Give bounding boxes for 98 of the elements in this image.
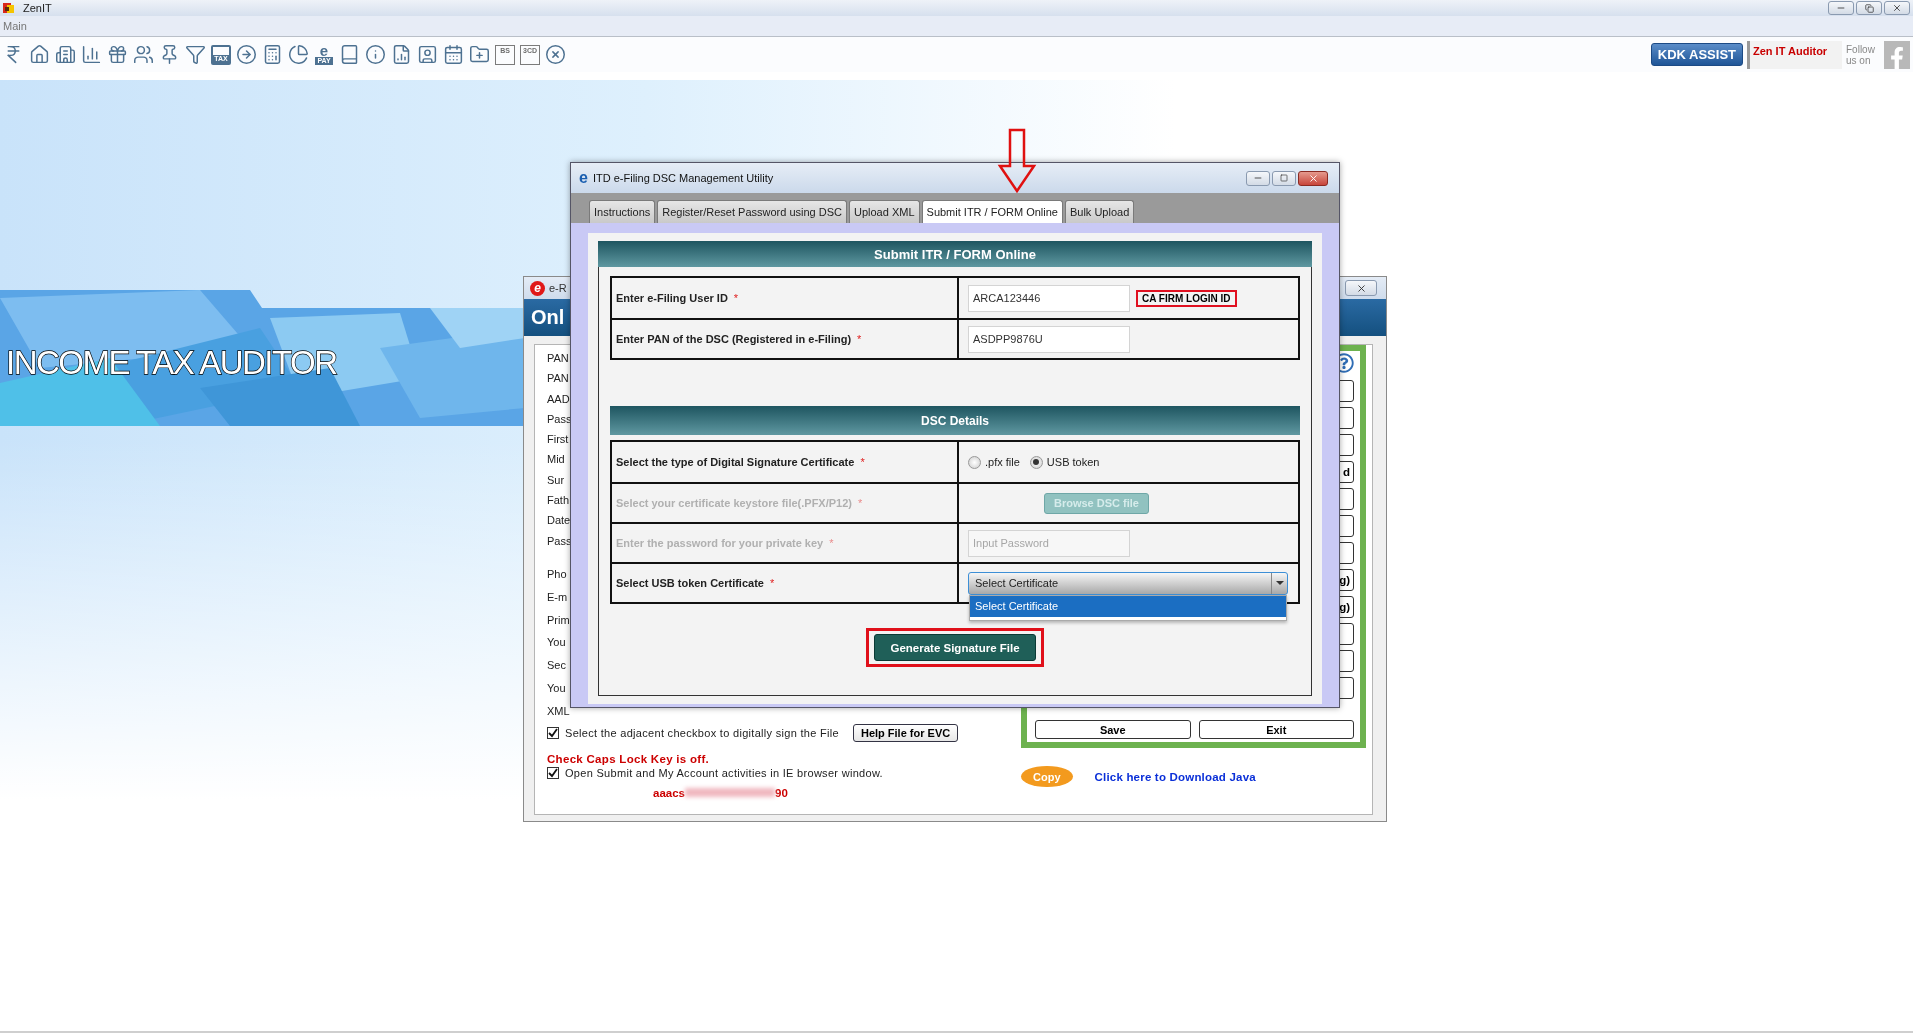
close-icon[interactable] [545, 44, 566, 65]
logo-icon: e [579, 170, 588, 186]
account-text: 90 [775, 786, 788, 799]
warning-text: Check Caps Lock Key is off. [547, 752, 711, 765]
form-label: Sur [547, 472, 565, 488]
form-label: E-m [547, 589, 568, 605]
gift-icon[interactable] [107, 44, 128, 65]
restore-icon [1864, 3, 1874, 13]
required-mark: * [829, 537, 834, 549]
close-icon [1307, 172, 1319, 184]
form-label: AAD [547, 391, 570, 407]
report-icon[interactable] [391, 44, 412, 65]
help-button[interactable]: Help File for EVC [852, 723, 959, 742]
down-arrow-icon [997, 128, 1037, 194]
radio-label: USB token [1046, 456, 1100, 468]
close-button[interactable] [1298, 170, 1328, 186]
people-icon[interactable] [133, 44, 154, 65]
dialog-title: ITD e-Filing DSC Management Utility [592, 172, 774, 184]
field-label: Enter e-Filing User ID [616, 292, 728, 304]
form-label: PAN [547, 371, 569, 387]
form-label: XML [547, 703, 570, 719]
annotation-label: CA FIRM LOGIN ID [1136, 289, 1237, 307]
bar-chart-icon[interactable] [81, 44, 102, 65]
form-label: Fath [547, 493, 569, 509]
field-label: Enter PAN of the DSC (Registered in e-Filing) [616, 333, 852, 345]
profile-icon[interactable] [417, 44, 438, 65]
pie-chart-icon[interactable] [288, 44, 309, 65]
radio-button[interactable] [968, 455, 981, 469]
book-icon[interactable] [339, 44, 360, 65]
tab[interactable]: Submit ITR / FORM Online [921, 200, 1063, 223]
close-button[interactable] [1884, 1, 1910, 15]
required-mark: * [769, 577, 775, 589]
close-icon [1355, 282, 1367, 294]
form-label: Pho [547, 566, 567, 582]
account-text: aaacs [653, 786, 685, 799]
required-mark: * [733, 292, 739, 304]
form-label: Mid [547, 452, 565, 468]
tab[interactable]: Upload XML [849, 200, 920, 223]
tab[interactable]: Bulk Upload [1064, 200, 1135, 223]
menu-item[interactable]: Main [3, 20, 27, 32]
section-heading: Submit ITR / FORM Online [598, 241, 1312, 267]
maximize-icon [1280, 174, 1288, 182]
caret-icon [1275, 581, 1284, 585]
restore-button[interactable] [1856, 1, 1882, 15]
required-mark: * [860, 456, 865, 468]
checkbox[interactable] [547, 766, 559, 779]
maximize-button[interactable] [1272, 170, 1296, 186]
home-icon[interactable] [29, 44, 50, 65]
form-label: You [547, 635, 566, 651]
tab[interactable]: Register/Reset Password using DSC [657, 200, 847, 223]
field-label: Enter the password for your private key [616, 537, 824, 549]
checkbox[interactable] [547, 726, 559, 739]
checkbox-label: Select the adjacent checkbox to digitally sign the File [565, 726, 839, 739]
follow-label: Follow us on [1846, 43, 1876, 66]
close-icon [1892, 3, 1902, 13]
building-icon[interactable] [55, 44, 76, 65]
calculator-icon[interactable] [262, 44, 283, 65]
assist-button[interactable]: KDK ASSIST [1650, 43, 1743, 66]
product-label: Zen IT Auditor [1747, 40, 1842, 69]
form-label: PAN [547, 351, 569, 366]
form-label: Date [547, 513, 571, 529]
filter-icon[interactable] [185, 44, 206, 65]
minimize-button[interactable] [1246, 170, 1270, 186]
field-label: Select the type of Digital Signature Certificate [616, 456, 855, 468]
form-label: Pass [547, 533, 572, 549]
info-icon[interactable] [365, 44, 386, 65]
window-title: e-R [549, 282, 567, 294]
tab[interactable]: Instructions [589, 200, 656, 223]
form-label: First [547, 432, 569, 448]
input-field[interactable]: ASDPP9876U [968, 325, 1130, 353]
logo-icon: e [530, 280, 545, 296]
calendar-icon[interactable] [443, 44, 464, 65]
dropdown-option[interactable]: Select Certificate [970, 595, 1286, 617]
field-label: Select your certificate keystore file(.PFX/P12) [616, 497, 852, 509]
header-title: Onl [531, 306, 565, 329]
form-label: You [547, 680, 566, 696]
required-mark: * [857, 333, 862, 345]
close-button[interactable] [1345, 280, 1377, 296]
arrow-circle-icon[interactable] [236, 44, 257, 65]
form-label: Pass [547, 411, 572, 427]
checkbox-label: Open Submit and My Account activities in IE browser window. [565, 766, 883, 779]
radio-label: .pfx file [985, 456, 1020, 468]
input-field[interactable]: ARCA123446 [968, 284, 1130, 312]
minimize-button[interactable] [1828, 1, 1854, 15]
form-label: Sec [547, 658, 566, 674]
save-button[interactable]: Save [1035, 720, 1191, 739]
section-heading: DSC Details [610, 406, 1300, 435]
window-title: ZenIT [23, 2, 52, 14]
app-icon [3, 2, 15, 14]
folder-add-icon[interactable] [469, 44, 490, 65]
form-label: Prim [547, 612, 570, 628]
required-mark: * [858, 497, 863, 509]
exit-button[interactable]: Exit [1198, 720, 1354, 739]
banner-title: INCOME TAX AUDITOR [6, 344, 337, 382]
field-label: Select USB token Certificate [616, 577, 764, 589]
radio-button[interactable] [1029, 455, 1043, 469]
generate-button[interactable]: Generate Signature File [874, 634, 1036, 661]
download-link[interactable]: Click here to Download Java [1094, 770, 1256, 783]
